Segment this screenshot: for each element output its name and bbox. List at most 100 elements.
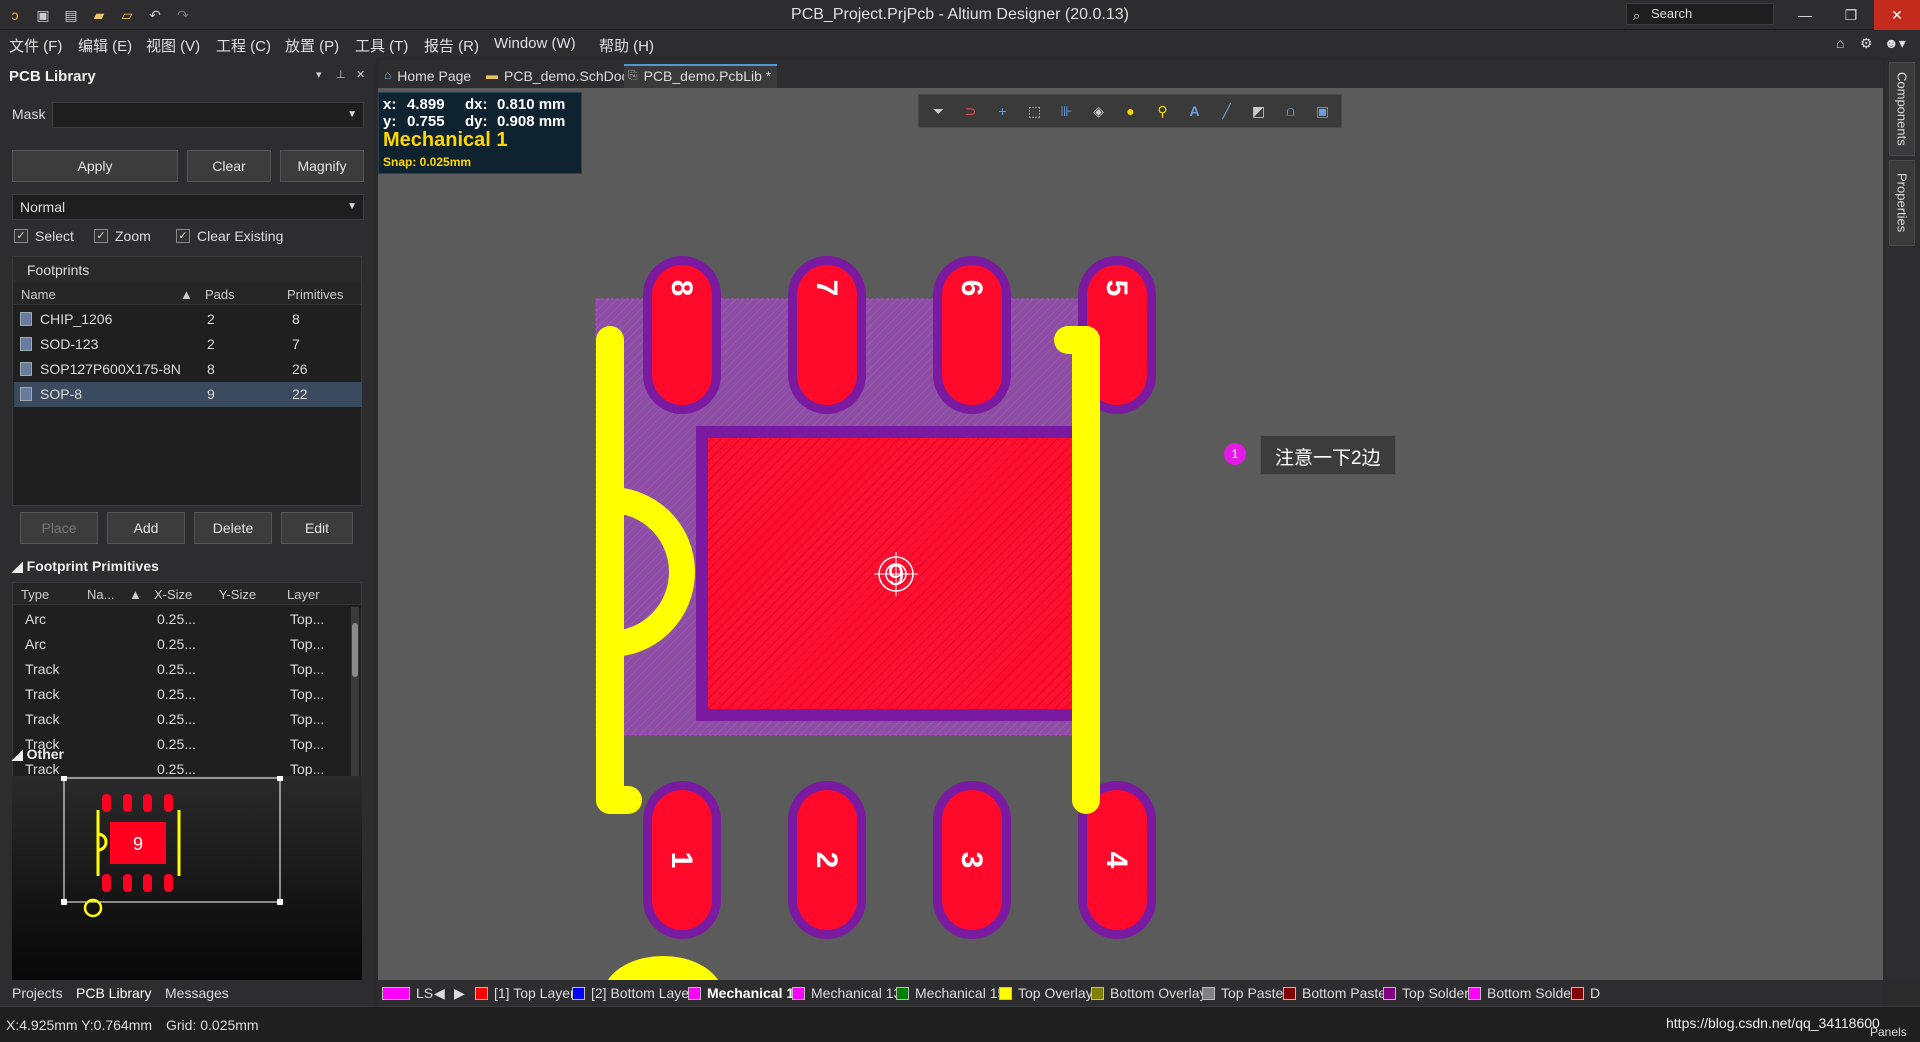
tab-home-page[interactable]: ⌂ Home Page: [380, 64, 477, 88]
table-row[interactable]: Arc 0.25... Top...: [13, 632, 348, 657]
close-button[interactable]: ✕: [1874, 0, 1920, 30]
text-icon[interactable]: A: [1183, 100, 1206, 123]
menu-project[interactable]: 工程 (C): [216, 35, 271, 56]
tab-properties[interactable]: Properties: [1889, 160, 1915, 246]
layer-set-button[interactable]: LS: [382, 985, 433, 1001]
footprints-header: Footprints: [13, 257, 361, 283]
table-row[interactable]: Track 0.25... Top...: [13, 707, 348, 732]
save-icon[interactable]: ▣: [32, 4, 54, 26]
app-logo-icon[interactable]: ↄ: [4, 4, 26, 26]
layer-tab-mechanical-13[interactable]: Mechanical 13: [792, 985, 901, 1001]
col-name[interactable]: Na...: [87, 587, 114, 602]
table-row[interactable]: Arc 0.25... Top...: [13, 607, 348, 632]
menu-help[interactable]: 帮助 (H): [599, 35, 654, 56]
tab-components[interactable]: Components: [1889, 62, 1915, 156]
menu-view[interactable]: 视图 (V): [146, 35, 200, 56]
minimize-button[interactable]: —: [1782, 0, 1828, 30]
layer-tab-mechanical-1[interactable]: Mechanical 1: [688, 985, 794, 1001]
apply-button[interactable]: Apply: [12, 150, 178, 182]
layer-tab-bottom-paste[interactable]: Bottom Paste: [1283, 985, 1386, 1001]
col-type[interactable]: Type: [21, 587, 49, 602]
primitives-section-title[interactable]: ◢ Footprint Primitives: [12, 558, 159, 575]
pin-icon[interactable]: ⊥: [336, 68, 346, 81]
layer-next-button[interactable]: ▶: [454, 985, 465, 1002]
place-button[interactable]: Place: [20, 512, 98, 544]
mask-input[interactable]: ▼: [52, 102, 364, 128]
open-project-icon[interactable]: ▱: [116, 4, 138, 26]
magnify-button[interactable]: Magnify: [280, 150, 364, 182]
pcb-canvas[interactable]: 8 7 6 5 1 2 3 4 9 x: 4.899 dx: 0.810 mm …: [378, 88, 1883, 980]
edit-button[interactable]: Edit: [281, 512, 353, 544]
table-row[interactable]: Track 0.25... Top...: [13, 682, 348, 707]
line-icon[interactable]: ╱: [1215, 100, 1238, 123]
select-checkbox[interactable]: ✓ Select: [14, 228, 74, 244]
align-icon[interactable]: ⊪: [1055, 100, 1078, 123]
route-icon[interactable]: ⊃: [959, 100, 982, 123]
menu-bar: 文件 (F) 编辑 (E) 视图 (V) 工程 (C) 放置 (P) 工具 (T…: [0, 30, 1920, 58]
select-rect-icon[interactable]: ⬚: [1023, 100, 1046, 123]
clear-existing-checkbox[interactable]: ✓ Clear Existing: [176, 228, 283, 244]
dimension-icon[interactable]: ⩍: [1279, 100, 1302, 123]
title-bar: ↄ ▣ ▤ ▰ ▱ ↶ ↷ PCB_Project.PrjPcb - Altiu…: [0, 0, 1920, 30]
col-name[interactable]: Name: [21, 287, 56, 302]
search-input[interactable]: ⌕ Search: [1626, 3, 1774, 25]
layer-tab-top[interactable]: [1] Top Layer: [475, 985, 575, 1001]
layer-tab-mechanical-15[interactable]: Mechanical 15: [896, 985, 1005, 1001]
delete-button[interactable]: Delete: [194, 512, 272, 544]
table-row[interactable]: SOD-123 2 7: [14, 332, 362, 357]
layer-tab-bottom-overlay[interactable]: Bottom Overlay: [1091, 985, 1206, 1001]
col-x-size[interactable]: X-Size: [154, 587, 192, 602]
layer-tab-bottom-solder[interactable]: Bottom Solder: [1468, 985, 1576, 1001]
tab-schdoc[interactable]: ▬ PCB_demo.SchDoc: [482, 64, 635, 88]
other-section-title[interactable]: ◢ Other: [12, 746, 64, 763]
user-icon[interactable]: ☻▾: [1884, 35, 1906, 52]
redo-icon[interactable]: ↷: [172, 4, 194, 26]
scrollbar[interactable]: [351, 607, 359, 787]
panel-close-icon[interactable]: ✕: [356, 68, 365, 81]
mode-select[interactable]: Normal ▼: [12, 194, 364, 220]
via-icon[interactable]: ⚲: [1151, 100, 1174, 123]
panel-menu-icon[interactable]: ▾: [316, 68, 322, 81]
menu-window[interactable]: Window (W): [494, 35, 576, 52]
menu-edit[interactable]: 编辑 (E): [78, 35, 132, 56]
layer-tab-top-overlay[interactable]: Top Overlay: [999, 985, 1093, 1001]
table-row[interactable]: SOP127P600X175-8N 8 26: [14, 357, 362, 382]
layer-tab-top-paste[interactable]: Top Paste: [1202, 985, 1283, 1001]
undo-icon[interactable]: ↶: [144, 4, 166, 26]
tab-messages[interactable]: Messages: [165, 985, 229, 1001]
board-icon[interactable]: ▣: [1311, 100, 1334, 123]
pad-icon[interactable]: ●: [1119, 100, 1142, 123]
home-icon[interactable]: ⌂: [1836, 35, 1844, 51]
filter-icon[interactable]: ⏷: [927, 100, 950, 123]
layer-tab-bottom[interactable]: [2] Bottom Layer: [572, 985, 694, 1001]
col-pads[interactable]: Pads: [205, 287, 235, 302]
tab-projects[interactable]: Projects: [12, 985, 63, 1001]
panels-button[interactable]: Panels: [1870, 1025, 1907, 1039]
table-row[interactable]: SOP-8 9 22: [14, 382, 362, 407]
table-row[interactable]: CHIP_1206 2 8: [14, 307, 362, 332]
col-layer[interactable]: Layer: [287, 587, 320, 602]
save-all-icon[interactable]: ▤: [60, 4, 82, 26]
layer-icon[interactable]: ◈: [1087, 100, 1110, 123]
menu-tools[interactable]: 工具 (T): [355, 35, 408, 56]
add-button[interactable]: Add: [107, 512, 185, 544]
menu-place[interactable]: 放置 (P): [285, 35, 339, 56]
tab-pcb-library[interactable]: PCB Library: [76, 985, 151, 1001]
layer-prev-button[interactable]: ◀: [434, 985, 445, 1002]
col-y-size[interactable]: Y-Size: [219, 587, 256, 602]
cursor-coords: X:4.925mm Y:0.764mm: [6, 1017, 153, 1033]
zoom-checkbox[interactable]: ✓ Zoom: [94, 228, 151, 244]
region-icon[interactable]: ◩: [1247, 100, 1270, 123]
clear-button[interactable]: Clear: [187, 150, 271, 182]
restore-button[interactable]: ❐: [1828, 0, 1874, 30]
table-row[interactable]: Track 0.25... Top...: [13, 657, 348, 682]
cross-icon[interactable]: +: [991, 100, 1014, 123]
tab-pcblib[interactable]: ⎘ PCB_demo.PcbLib *: [624, 64, 778, 88]
open-folder-icon[interactable]: ▰: [88, 4, 110, 26]
col-primitives[interactable]: Primitives: [287, 287, 343, 302]
gear-icon[interactable]: ⚙: [1860, 35, 1873, 52]
menu-file[interactable]: 文件 (F): [9, 35, 62, 56]
layer-tab-top-solder[interactable]: Top Solder: [1383, 985, 1469, 1001]
layer-tab-drill[interactable]: D: [1571, 985, 1600, 1001]
menu-reports[interactable]: 报告 (R): [424, 35, 479, 56]
